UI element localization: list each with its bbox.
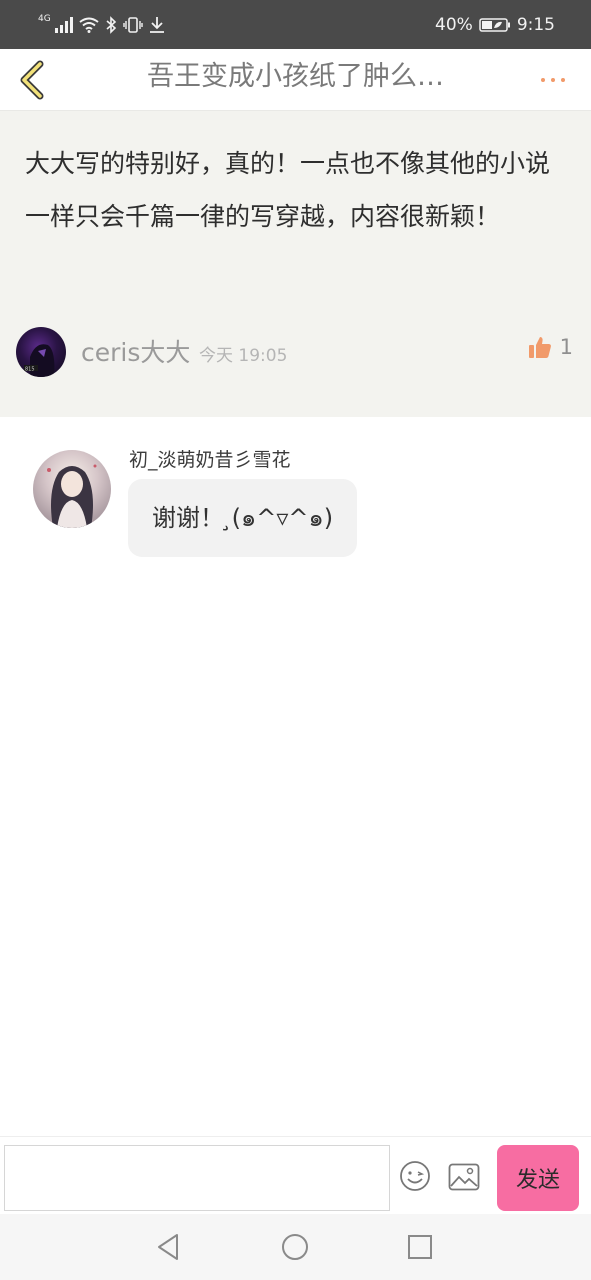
avatar-image [47, 464, 97, 528]
nav-home-button[interactable] [279, 1231, 311, 1263]
comment-time: 今天 19:05 [199, 346, 288, 366]
status-icons-left: 4G [38, 10, 165, 40]
download-icon [149, 17, 164, 33]
triangle-back-icon [158, 1234, 178, 1260]
emoji-button[interactable] [399, 1160, 431, 1192]
chevron-left-icon [20, 60, 44, 100]
reply-input-bar: 发送 [0, 1136, 591, 1214]
reply-avatar[interactable] [33, 450, 111, 528]
like-count: 1 [559, 335, 573, 359]
battery-icon [479, 18, 510, 32]
smiley-icon [400, 1161, 430, 1191]
image-button[interactable] [448, 1163, 480, 1191]
status-icons-right: 40% 9:15 [435, 10, 555, 40]
page-title: 吾王变成小孩纸了肿么… [147, 61, 444, 92]
nav-recents-button[interactable] [404, 1231, 436, 1263]
avatar-image: 815 [24, 344, 55, 377]
reply-bubble: 谢谢！ ̧(๑^▿^๑) [128, 479, 358, 557]
nav-back-button[interactable] [152, 1231, 184, 1263]
status-bar: 4G 40% 9:15 [0, 0, 591, 49]
vibrate-icon [123, 17, 143, 33]
more-button[interactable] [533, 65, 573, 95]
like-button[interactable]: 1 [528, 335, 573, 359]
system-nav-bar [0, 1214, 591, 1280]
clock: 9:15 [516, 15, 555, 35]
reply-author[interactable]: 初_淡萌奶昔彡雪花 [129, 445, 291, 472]
square-recents-icon [408, 1235, 432, 1259]
battery-percent: 40% [435, 15, 473, 35]
back-button[interactable] [10, 57, 56, 103]
main-comment: 大大写的特别好，真的！一点也不像其他的小说一样只会千篇一律的写穿越，内容很新颖！… [0, 111, 591, 417]
reply-input[interactable] [4, 1145, 390, 1211]
svg-text:815: 815 [25, 367, 35, 373]
circle-home-icon [282, 1234, 308, 1260]
signal-icon [54, 17, 73, 33]
header-bar: 吾王变成小孩纸了肿么… [0, 49, 591, 111]
comment-author[interactable]: ceris大大 [81, 333, 190, 369]
comment-text: 大大写的特别好，真的！一点也不像其他的小说一样只会千篇一律的写穿越，内容很新颖！ [25, 149, 551, 231]
comment-author-row: 815 ceris大大 今天 19:05 1 [16, 325, 576, 377]
more-dots-icon [541, 78, 545, 82]
wifi-icon [79, 17, 99, 33]
network-type: 4G [38, 14, 51, 24]
avatar[interactable]: 815 [16, 327, 66, 377]
reply-item: 初_淡萌奶昔彡雪花 谢谢！ ̧(๑^▿^๑) [0, 417, 591, 577]
thumbs-up-icon [528, 337, 551, 358]
send-button[interactable]: 发送 [497, 1145, 579, 1211]
image-icon [448, 1163, 480, 1191]
bluetooth-icon [106, 16, 116, 34]
